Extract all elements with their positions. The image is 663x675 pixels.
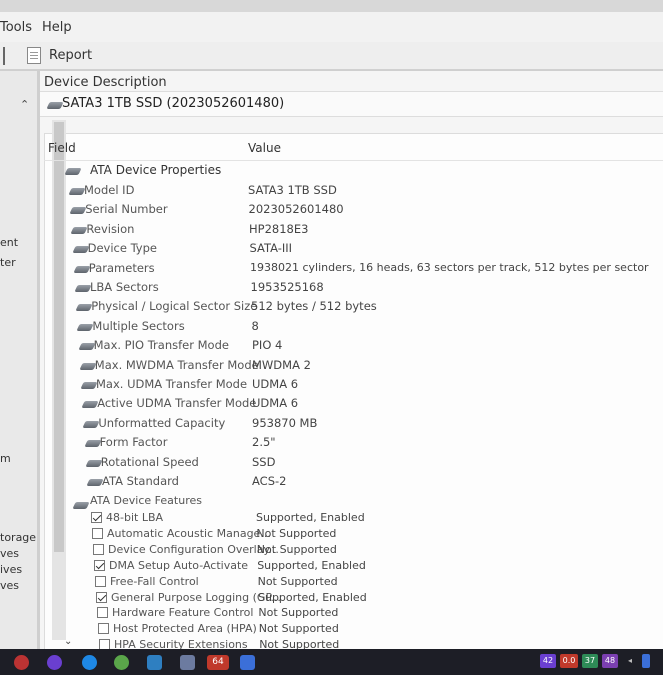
property-value: 953870 MB [252,416,318,430]
property-field[interactable]: ATA Standard [102,474,179,488]
feature-value: Not Supported [256,527,337,540]
property-field[interactable]: Multiple Sectors [92,319,184,333]
app-icon[interactable] [147,655,162,670]
feature-checkbox[interactable] [95,576,106,587]
nav-item-fragment[interactable]: ter [0,256,16,269]
feature-field[interactable]: Host Protected Area (HPA) [113,622,257,635]
feature-checkbox[interactable] [92,528,103,539]
tray-gpu-badge[interactable]: 48 [602,654,618,668]
property-field[interactable]: Device Type [88,241,157,255]
feature-field[interactable]: Device Configuration Overlay... [108,543,279,556]
property-value: 1938021 cylinders, 16 heads, 63 sectors … [250,261,649,274]
property-value: SSD [252,455,276,469]
start-icon[interactable] [14,655,29,670]
scroll-up-chevron-icon[interactable]: ⌃ [20,98,29,111]
property-field[interactable]: Form Factor [100,435,168,449]
property-field[interactable]: Max. UDMA Transfer Mode [96,377,247,391]
feature-value: Not Supported [257,575,338,588]
property-value: HP2818E3 [249,222,309,236]
feature-field[interactable]: General Purpose Logging (GP... [111,591,281,604]
app-icon[interactable] [114,655,129,670]
property-field[interactable]: Revision [86,222,134,236]
report-icon[interactable] [27,47,41,64]
mail-icon[interactable] [180,655,195,670]
property-value: SATA3 1TB SSD [248,183,337,197]
app-icon[interactable] [240,655,255,670]
property-field[interactable]: Unformatted Capacity [98,416,225,430]
menu-tools[interactable]: Tools [0,20,32,35]
property-field[interactable]: Model ID [84,183,134,197]
feature-value: Supported, Enabled [257,559,366,572]
nav-item-fragment[interactable]: torage [0,531,36,544]
property-field[interactable]: Max. PIO Transfer Mode [94,338,229,352]
feature-field[interactable]: Automatic Acoustic Manage... [107,527,271,540]
nav-item-fragment[interactable]: m [0,452,11,465]
property-field[interactable]: Serial Number [85,202,167,216]
feature-value: Supported, Enabled [258,591,367,604]
property-field[interactable]: Physical / Logical Sector Size [91,299,257,313]
feature-checkbox[interactable] [97,607,108,618]
property-value: 512 bytes / 512 bytes [251,299,377,313]
device-description-value[interactable]: SATA3 1TB SSD (2023052601480) [62,96,284,111]
property-value: 2023052601480 [248,202,344,216]
feature-field[interactable]: DMA Setup Auto-Activate [109,559,248,572]
property-value: UDMA 6 [252,377,299,391]
feature-checkbox[interactable] [98,623,109,634]
feature-field[interactable]: Hardware Feature Control [112,606,253,619]
tray-cpu-badge[interactable]: 42 [540,654,556,668]
property-value: UDMA 6 [252,396,299,410]
nav-item-fragment[interactable]: ves [0,579,19,592]
feature-value: Not Supported [258,606,339,619]
header-divider [44,160,663,161]
property-field[interactable]: Max. MWDMA Transfer Mode [95,358,259,372]
menu-bar: Tools Help [0,12,663,42]
property-value: PIO 4 [252,338,283,352]
toolbar-grip-icon [3,46,9,65]
feature-checkbox[interactable] [91,512,102,523]
property-value: 1953525168 [250,280,324,294]
report-button[interactable]: Report [49,48,92,63]
feature-value: Supported, Enabled [256,511,365,524]
property-value: SATA-III [249,241,293,255]
browser-icon[interactable] [82,655,97,670]
group-ata-device-features[interactable]: ATA Device Features [90,494,202,507]
aida64-icon[interactable]: 64 [207,655,229,670]
group-ata-device-properties[interactable]: ATA Device Properties [90,163,221,177]
property-value: ACS-2 [252,474,287,488]
scroll-down-chevron-icon[interactable]: ⌄ [64,636,72,647]
tray-arrow-icon[interactable]: ◂ [624,654,636,668]
property-field[interactable]: Rotational Speed [101,455,199,469]
property-value: MWDMA 2 [252,358,311,372]
feature-field[interactable]: Free-Fall Control [110,575,199,588]
scrollbar-thumb[interactable] [54,122,64,552]
feature-value: Not Supported [258,622,339,635]
app-icon[interactable] [47,655,62,670]
property-value: 2.5" [252,435,276,449]
window-top-edge [0,0,663,12]
column-header-field[interactable]: Field [48,141,76,155]
feature-checkbox[interactable] [96,592,107,603]
feature-checkbox[interactable] [94,560,105,571]
property-field[interactable]: LBA Sectors [90,280,159,294]
feature-field[interactable]: 48-bit LBA [106,511,163,524]
property-field[interactable]: Active UDMA Transfer Mode [97,396,256,410]
tray-temp-badge[interactable]: 37 [582,654,598,668]
toolbar: Report [0,42,663,70]
nav-item-fragment[interactable]: ves [0,547,19,560]
property-value: 8 [251,319,259,333]
nav-item-fragment[interactable]: ent [0,236,18,249]
bluetooth-icon[interactable] [642,654,650,668]
device-description-title: Device Description [44,75,167,90]
column-header-value[interactable]: Value [248,141,281,155]
feature-checkbox[interactable] [93,544,104,555]
tray-load-badge[interactable]: 0.0 [560,654,578,668]
feature-value: Not Supported [256,543,337,556]
property-field[interactable]: Parameters [89,261,155,275]
nav-item-fragment[interactable]: ives [0,563,22,576]
menu-help[interactable]: Help [42,20,72,35]
